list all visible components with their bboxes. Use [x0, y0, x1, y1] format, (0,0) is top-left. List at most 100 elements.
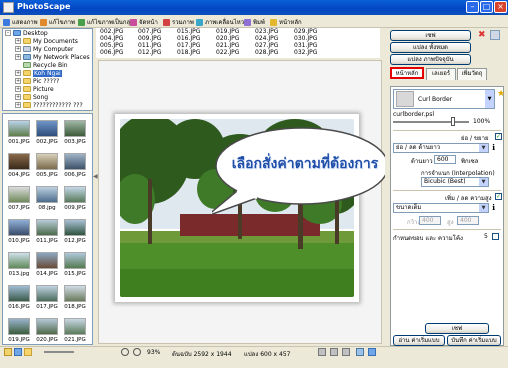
- tree-item-my-documents[interactable]: + My Documents: [15, 37, 78, 45]
- favorite-star-icon[interactable]: [4, 348, 12, 356]
- thumbnail-item[interactable]: 015.JPG: [62, 250, 88, 280]
- save-button[interactable]: เซฟ: [390, 30, 471, 41]
- file-item[interactable]: 004.JPG: [100, 35, 123, 42]
- tab-batch-editor[interactable]: แก้ไขภาพเป็นกลุ่ม: [78, 17, 134, 27]
- expand-icon[interactable]: +: [15, 94, 21, 100]
- resize-checkbox[interactable]: ✓: [495, 133, 502, 140]
- expand-icon[interactable]: +: [15, 54, 21, 60]
- tab-add-object[interactable]: เพิ่มวัตถุ: [457, 68, 487, 80]
- file-item[interactable]: 002.JPG: [100, 28, 123, 35]
- file-item[interactable]: 015.JPG: [177, 28, 200, 35]
- expand-icon[interactable]: +: [15, 70, 21, 76]
- thumbnail-item[interactable]: 002.JPG: [34, 118, 60, 148]
- convert-current-button[interactable]: แปลง ภาพปัจจุบัน: [390, 54, 471, 65]
- file-item[interactable]: 024.JPG: [255, 35, 278, 42]
- tree-item-picture[interactable]: + Picture: [15, 85, 54, 93]
- fullscreen-icon[interactable]: [356, 348, 364, 356]
- tree-item-my-computer[interactable]: + My Computer: [15, 45, 73, 53]
- settings-icon[interactable]: [14, 348, 22, 356]
- save-small-button[interactable]: เซฟ: [425, 323, 489, 334]
- opacity-slider[interactable]: [393, 121, 469, 123]
- tab-home[interactable]: หน้าหลัก: [270, 17, 302, 27]
- opacity-slider-thumb[interactable]: [451, 117, 455, 126]
- file-item[interactable]: 029.JPG: [294, 28, 317, 35]
- size-mode-select[interactable]: ขนาดเต็ม ▼: [393, 203, 489, 213]
- enlarge-checkbox[interactable]: ✓: [495, 193, 502, 200]
- thumbnail-item[interactable]: 013.jpg: [6, 250, 32, 280]
- frame-selector[interactable]: Curl Border ▼: [393, 89, 495, 109]
- folder-icon[interactable]: [24, 348, 32, 356]
- tree-item-pic[interactable]: + Pic ?????: [15, 77, 59, 85]
- info-icon[interactable]: ℹ: [492, 203, 495, 212]
- info-icon[interactable]: ℹ: [492, 143, 495, 152]
- load-preset-button[interactable]: อ่าน ค่าเริ่มแบบ: [393, 335, 445, 346]
- thumbnail-item[interactable]: 012.JPG: [62, 217, 88, 247]
- tab-animated-gif[interactable]: ภาพเคลื่อนไหว: [196, 17, 244, 27]
- delete-icon[interactable]: ✖: [478, 31, 486, 40]
- thumbnail-item[interactable]: 017.JPG: [34, 283, 60, 313]
- tree-item-network[interactable]: + My Network Places: [15, 53, 90, 61]
- thumbnail-item[interactable]: 001.JPG: [6, 118, 32, 148]
- interpolation-select[interactable]: Bicubic (Best) ▼: [421, 177, 489, 187]
- file-item[interactable]: 019.JPG: [216, 28, 239, 35]
- file-item[interactable]: 028.JPG: [255, 49, 278, 56]
- thumbnail-item[interactable]: 018.JPG: [62, 283, 88, 313]
- thumbnail-item[interactable]: 011.JPG: [34, 217, 60, 247]
- thumbnail-item[interactable]: 08.jpg: [34, 184, 60, 214]
- zoom-out-icon[interactable]: [121, 348, 129, 356]
- save-preset-button[interactable]: บันทึก ค่าเริ่มแบบ: [447, 335, 501, 346]
- tree-item-koh-ngai[interactable]: + Koh Ngai: [15, 69, 62, 77]
- convert-all-button[interactable]: แปลง ทั้งหมด: [390, 42, 471, 53]
- thumbnail-item[interactable]: 014.JPG: [34, 250, 60, 280]
- rotate-right-icon[interactable]: [330, 348, 338, 356]
- thumbnail-item[interactable]: 005.JPG: [34, 151, 60, 181]
- tree-item-thai-folder[interactable]: + ???????????? ???: [15, 101, 83, 109]
- thumbnail-item[interactable]: 010.JPG: [6, 217, 32, 247]
- thumbnail-item[interactable]: 003.JPG: [62, 118, 88, 148]
- file-item[interactable]: 007.JPG: [138, 28, 161, 35]
- zoom-in-icon[interactable]: [133, 348, 141, 356]
- minimize-button[interactable]: –: [466, 1, 479, 13]
- close-button[interactable]: ×: [494, 1, 507, 13]
- file-item[interactable]: 006.JPG: [100, 49, 123, 56]
- tree-item-recycle-bin[interactable]: Recycle Bin: [23, 61, 68, 69]
- thumbnail-item[interactable]: 004.JPG: [6, 151, 32, 181]
- star-icon[interactable]: ★: [497, 89, 505, 99]
- expand-icon[interactable]: +: [15, 46, 21, 52]
- expand-icon[interactable]: +: [15, 102, 21, 108]
- page-icon[interactable]: [368, 348, 376, 356]
- file-item[interactable]: 018.JPG: [177, 49, 200, 56]
- border-radius-checkbox[interactable]: [492, 233, 499, 240]
- width-input[interactable]: 400: [419, 216, 441, 225]
- tree-item-desktop[interactable]: – Desktop: [5, 29, 48, 37]
- thumbnail-size-slider[interactable]: [44, 351, 74, 353]
- tab-editor[interactable]: แก้ไขภาพ: [40, 17, 75, 27]
- tab-page[interactable]: จัดหน้า: [130, 17, 158, 27]
- file-item[interactable]: 016.JPG: [177, 35, 200, 42]
- thumbnail-item[interactable]: 006.JPG: [62, 151, 88, 181]
- compare-icon[interactable]: [342, 348, 350, 356]
- tree-item-song[interactable]: + Song: [15, 93, 48, 101]
- file-item[interactable]: 023.JPG: [255, 28, 278, 35]
- tab-layers[interactable]: เลเยอร์: [426, 68, 456, 80]
- expand-icon[interactable]: +: [15, 78, 21, 84]
- file-item[interactable]: 031.JPG: [294, 42, 317, 49]
- thumbnail-item[interactable]: 020.JPG: [34, 316, 60, 344]
- thumbnail-item[interactable]: 019.JPG: [6, 316, 32, 344]
- file-item[interactable]: 032.JPG: [294, 49, 317, 56]
- file-item[interactable]: 017.JPG: [177, 42, 200, 49]
- tab-home-settings[interactable]: หน้าหลัก: [390, 67, 424, 79]
- thumbnail-item[interactable]: 016.JPG: [6, 283, 32, 313]
- file-item[interactable]: 012.JPG: [138, 49, 161, 56]
- file-item[interactable]: 030.JPG: [294, 35, 317, 42]
- file-item[interactable]: 005.JPG: [100, 42, 123, 49]
- file-item[interactable]: 009.JPG: [138, 35, 161, 42]
- thumbnail-item[interactable]: 009.JPG: [62, 184, 88, 214]
- tab-viewer[interactable]: แสดงภาพ: [3, 17, 38, 27]
- file-item[interactable]: 011.JPG: [138, 42, 161, 49]
- thumbnail-item[interactable]: 007.JPG: [6, 184, 32, 214]
- long-side-input[interactable]: 600: [434, 155, 456, 164]
- expand-icon[interactable]: +: [15, 86, 21, 92]
- thumbnail-item[interactable]: 021.JPG: [62, 316, 88, 344]
- browse-icon[interactable]: [490, 30, 500, 40]
